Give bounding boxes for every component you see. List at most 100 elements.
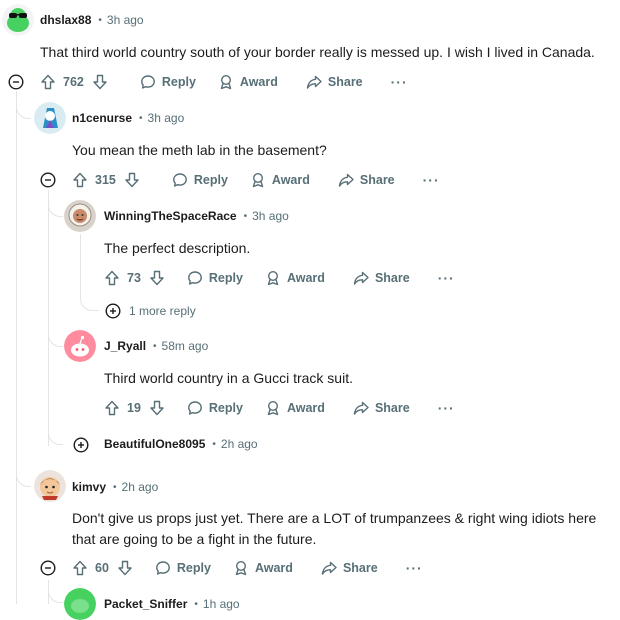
award-button[interactable]: Award — [218, 74, 278, 90]
comment-meta: WinningTheSpaceRace • 3h ago — [104, 209, 289, 223]
collapse-button[interactable] — [39, 559, 57, 577]
username[interactable]: Packet_Sniffer — [104, 597, 187, 611]
thread-line — [80, 234, 81, 298]
timestamp[interactable]: 2h ago — [122, 480, 159, 494]
avatar[interactable] — [34, 470, 66, 502]
comment-actions: 19 Reply Award Share ··· — [104, 392, 455, 424]
separator-dot: • — [243, 210, 248, 222]
speech-bubble-icon — [140, 75, 155, 89]
minus-circle-icon — [8, 74, 24, 90]
reply-button[interactable]: Reply — [140, 74, 196, 90]
timestamp[interactable]: 58m ago — [162, 339, 209, 353]
downvote-button[interactable] — [149, 400, 165, 416]
thread-connector — [16, 90, 31, 119]
arrow-down-icon — [125, 172, 139, 188]
arrow-down-icon — [150, 270, 164, 286]
award-icon — [220, 74, 232, 90]
minus-circle-icon — [40, 172, 56, 188]
avatar[interactable] — [2, 4, 34, 36]
share-button[interactable]: Share — [306, 74, 363, 90]
more-options-button[interactable]: ··· — [423, 172, 440, 188]
username[interactable]: J_Ryall — [104, 339, 146, 353]
thread-connector — [80, 290, 99, 311]
comment-actions: 315 Reply Award Share ··· — [72, 164, 440, 196]
separator-dot: • — [212, 438, 216, 450]
collapse-button[interactable] — [7, 73, 25, 91]
timestamp[interactable]: 2h ago — [221, 437, 258, 451]
expand-button[interactable] — [72, 436, 90, 454]
avatar[interactable] — [64, 200, 96, 232]
separator-dot: • — [139, 112, 143, 124]
timestamp[interactable]: 3h ago — [252, 209, 289, 223]
downvote-button[interactable] — [149, 270, 165, 286]
username[interactable]: n1cenurse — [72, 111, 132, 125]
username[interactable]: kimvy — [72, 480, 106, 494]
username[interactable]: BeautifulOne8095 — [104, 437, 205, 451]
more-options-button[interactable]: ··· — [438, 270, 455, 286]
comment-body: Third world country in a Gucci track sui… — [104, 370, 353, 386]
upvote-button[interactable] — [40, 74, 56, 90]
downvote-button[interactable] — [124, 172, 140, 188]
comment-meta: BeautifulOne8095 • 2h ago — [104, 437, 258, 451]
username[interactable]: WinningTheSpaceRace — [104, 209, 237, 223]
collapse-button[interactable] — [39, 171, 57, 189]
comment-body: That third world country south of your b… — [40, 44, 595, 60]
share-button[interactable]: Share — [321, 560, 378, 576]
expand-button[interactable] — [104, 302, 122, 320]
avatar[interactable] — [34, 102, 66, 134]
reply-button[interactable]: Reply — [187, 270, 243, 286]
upvote-button[interactable] — [104, 270, 120, 286]
timestamp[interactable]: 3h ago — [148, 111, 185, 125]
vote-score: 762 — [63, 75, 84, 89]
timestamp[interactable]: 1h ago — [203, 597, 240, 611]
award-button[interactable]: Award — [265, 400, 325, 416]
reply-button[interactable]: Reply — [187, 400, 243, 416]
avatar[interactable] — [64, 330, 96, 362]
award-icon — [267, 270, 279, 286]
avatar[interactable] — [64, 588, 96, 620]
award-icon — [235, 560, 247, 576]
share-button[interactable]: Share — [353, 270, 410, 286]
upvote-button[interactable] — [104, 400, 120, 416]
share-arrow-icon — [338, 173, 354, 187]
award-icon — [267, 400, 279, 416]
comment-meta: Packet_Sniffer • 1h ago — [104, 597, 240, 611]
separator-dot: • — [194, 598, 198, 610]
speech-bubble-icon — [188, 401, 202, 415]
plus-circle-icon — [105, 303, 121, 319]
speech-bubble-icon — [172, 173, 187, 187]
speech-bubble-icon — [156, 561, 170, 575]
thread-line — [16, 88, 17, 604]
comment-actions: 60 Reply Award Share ··· — [72, 552, 423, 584]
more-options-button[interactable]: ··· — [438, 400, 455, 416]
upvote-button[interactable] — [72, 560, 88, 576]
share-arrow-icon — [306, 75, 322, 89]
comment-body: Don't give us props just yet. There are … — [72, 510, 597, 547]
upvote-button[interactable] — [72, 172, 88, 188]
arrow-down-icon — [93, 74, 107, 90]
downvote-button[interactable] — [117, 560, 133, 576]
share-arrow-icon — [353, 271, 369, 285]
username[interactable]: dhslax88 — [40, 13, 91, 27]
timestamp[interactable]: 3h ago — [107, 13, 144, 27]
reply-button[interactable]: Reply — [172, 172, 228, 188]
downvote-button[interactable] — [92, 74, 108, 90]
separator-dot: • — [98, 14, 102, 26]
comment-meta: kimvy • 2h ago — [72, 480, 158, 494]
share-arrow-icon — [321, 561, 337, 575]
award-button[interactable]: Award — [250, 172, 310, 188]
arrow-up-icon — [41, 74, 55, 90]
share-button[interactable]: Share — [338, 172, 395, 188]
arrow-up-icon — [73, 172, 87, 188]
more-replies-link[interactable]: 1 more reply — [129, 304, 196, 318]
more-options-button[interactable]: ··· — [391, 74, 408, 90]
more-options-button[interactable]: ··· — [406, 560, 423, 576]
award-button[interactable]: Award — [265, 270, 325, 286]
arrow-down-icon — [118, 560, 132, 576]
reply-button[interactable]: Reply — [155, 560, 211, 576]
vote-score: 73 — [127, 271, 141, 285]
plus-circle-icon — [73, 437, 89, 453]
share-button[interactable]: Share — [353, 400, 410, 416]
thread-connector — [48, 320, 63, 347]
award-button[interactable]: Award — [233, 560, 293, 576]
